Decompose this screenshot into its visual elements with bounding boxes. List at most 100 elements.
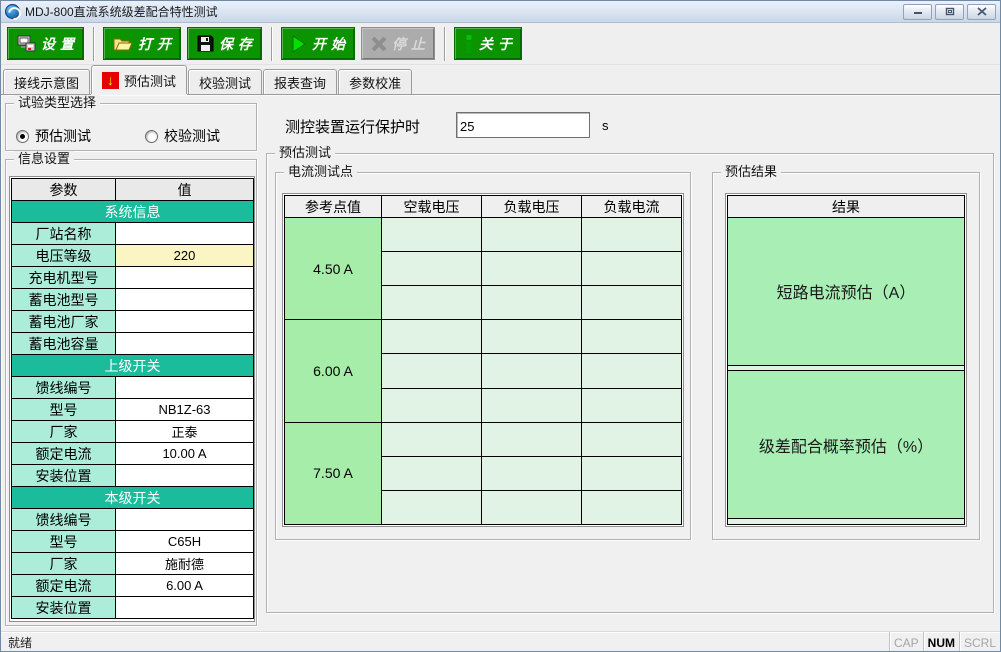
about-info-icon: [464, 35, 474, 53]
stop-button[interactable]: 停止: [361, 27, 435, 60]
info-table-body: 系统信息厂站名称电压等级220充电机型号蓄电池型号蓄电池厂家蓄电池容量上级开关馈…: [12, 201, 254, 619]
measurement-cell[interactable]: [582, 456, 682, 490]
stop-button-label: 停止: [392, 34, 430, 54]
value-cell[interactable]: 正泰: [116, 421, 254, 443]
value-cell[interactable]: [116, 377, 254, 399]
open-button-label: 打开: [138, 34, 176, 54]
measurement-cell[interactable]: [382, 354, 482, 388]
start-button[interactable]: 开始: [281, 27, 355, 60]
value-cell[interactable]: [116, 267, 254, 289]
param-cell: 厂家: [12, 553, 116, 575]
measurement-cell[interactable]: [382, 388, 482, 422]
app-icon: [5, 4, 20, 19]
value-cell[interactable]: [116, 597, 254, 619]
measurement-cell[interactable]: [382, 252, 482, 286]
param-cell: 电压等级: [12, 245, 116, 267]
measurement-cell[interactable]: [382, 320, 482, 354]
toolbar-separator: [271, 27, 273, 61]
measurement-cell[interactable]: [382, 490, 482, 524]
value-cell[interactable]: [116, 289, 254, 311]
about-button-label: 关于: [479, 34, 517, 54]
measurement-cell[interactable]: [582, 218, 682, 252]
tab-verification-test[interactable]: 校验测试: [188, 69, 262, 94]
ref-point-cell: 7.50 A: [285, 422, 382, 524]
value-cell[interactable]: [116, 509, 254, 531]
result-value-cell: [728, 519, 965, 525]
value-cell[interactable]: C65H: [116, 531, 254, 553]
radio-label: 校验测试: [164, 126, 220, 146]
value-cell[interactable]: 施耐德: [116, 553, 254, 575]
value-cell[interactable]: [116, 333, 254, 355]
open-button[interactable]: 打开: [103, 27, 181, 60]
value-cell[interactable]: [116, 223, 254, 245]
measurement-cell[interactable]: [482, 422, 582, 456]
table-row: 馈线编号: [12, 377, 254, 399]
radio-prediction-test[interactable]: 预估测试: [16, 126, 91, 146]
start-button-label: 开始: [312, 34, 350, 54]
noload-voltage-column-header: 空载电压: [382, 196, 482, 218]
ref-point-cell: 6.00 A: [285, 320, 382, 422]
value-cell[interactable]: 6.00 A: [116, 575, 254, 597]
param-cell: 额定电流: [12, 575, 116, 597]
value-column-header: 值: [116, 179, 254, 201]
settings-button[interactable]: 设置: [7, 27, 84, 60]
current-test-points-group-label: 电流测试点: [284, 164, 357, 180]
measurement-cell[interactable]: [482, 456, 582, 490]
value-cell[interactable]: [116, 465, 254, 487]
ref-point-cell: 4.50 A: [285, 218, 382, 320]
measurement-cell[interactable]: [482, 252, 582, 286]
param-cell: 馈线编号: [12, 509, 116, 531]
minimize-button[interactable]: [903, 4, 932, 20]
table-row: 级差配合概率预估（%）: [728, 371, 965, 519]
param-cell: 厂家: [12, 421, 116, 443]
maximize-button[interactable]: [935, 4, 964, 20]
tab-parameter-calibration[interactable]: 参数校准: [338, 69, 412, 94]
value-cell[interactable]: 10.00 A: [116, 443, 254, 465]
protection-time-input[interactable]: [456, 112, 590, 138]
tab-label: 参数校准: [349, 73, 401, 92]
table-row: 蓄电池型号: [12, 289, 254, 311]
measurement-cell[interactable]: [582, 490, 682, 524]
value-cell[interactable]: 220: [116, 245, 254, 267]
measurement-cell[interactable]: [382, 422, 482, 456]
measurement-cell[interactable]: [582, 252, 682, 286]
start-play-icon: [291, 35, 307, 53]
measurement-cell[interactable]: [582, 320, 682, 354]
measurement-cell[interactable]: [482, 286, 582, 320]
measurement-cell[interactable]: [582, 354, 682, 388]
table-row: 厂家施耐德: [12, 553, 254, 575]
table-row: 额定电流6.00 A: [12, 575, 254, 597]
test-type-group-label: 试验类型选择: [14, 95, 100, 111]
measurement-cell[interactable]: [582, 422, 682, 456]
section-header-cell: 系统信息: [12, 201, 254, 223]
info-settings-grid: 参数 值 系统信息厂站名称电压等级220充电机型号蓄电池型号蓄电池厂家蓄电池容量…: [9, 176, 255, 622]
measurement-cell[interactable]: [382, 286, 482, 320]
measurement-cell[interactable]: [382, 218, 482, 252]
status-message: 就绪: [1, 634, 32, 651]
measurement-cell[interactable]: [482, 218, 582, 252]
save-button[interactable]: 保存: [187, 27, 262, 60]
radio-button-icon[interactable]: [16, 130, 29, 143]
red-down-arrow-icon: ↓: [102, 72, 119, 89]
app-window: MDJ-800直流系统级差配合特性测试 设置: [0, 0, 1001, 652]
measurement-cell[interactable]: [582, 286, 682, 320]
radio-button-icon[interactable]: [145, 130, 158, 143]
tab-wiring-diagram[interactable]: 接线示意图: [3, 69, 90, 94]
table-row: 短路电流预估（A）: [728, 218, 965, 366]
measurement-cell[interactable]: [482, 388, 582, 422]
value-cell[interactable]: NB1Z-63: [116, 399, 254, 421]
value-cell[interactable]: [116, 311, 254, 333]
tab-report-query[interactable]: 报表查询: [263, 69, 337, 94]
measurement-cell[interactable]: [582, 388, 682, 422]
radio-verification-test[interactable]: 校验测试: [145, 126, 220, 146]
measurement-cell[interactable]: [482, 490, 582, 524]
measurement-cell[interactable]: [382, 456, 482, 490]
measurement-cell[interactable]: [482, 354, 582, 388]
tab-prediction-test[interactable]: ↓ 预估测试: [91, 65, 187, 94]
param-cell: 蓄电池型号: [12, 289, 116, 311]
about-button[interactable]: 关于: [454, 27, 522, 60]
measurement-cell[interactable]: [482, 320, 582, 354]
scroll-lock-indicator: SCRL: [959, 632, 1000, 652]
close-button[interactable]: [967, 4, 996, 20]
param-cell: 安装位置: [12, 597, 116, 619]
